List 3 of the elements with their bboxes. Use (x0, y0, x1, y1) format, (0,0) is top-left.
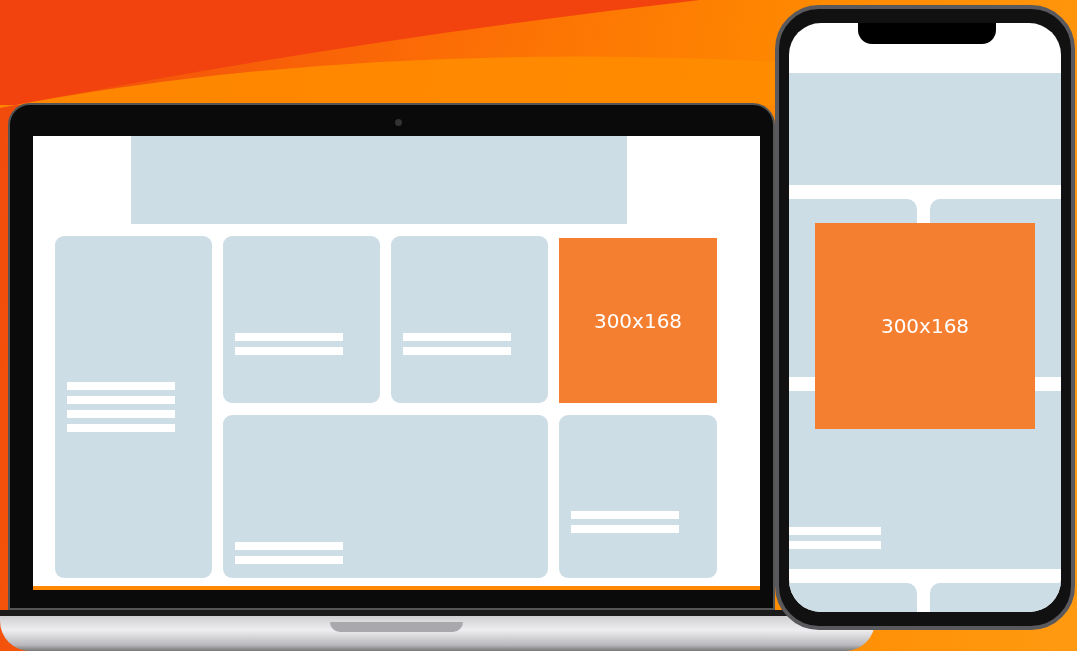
ad-size-label: 300x168 (880, 314, 970, 338)
ad-size-label: 300x168 (593, 308, 683, 333)
camera-icon (395, 119, 402, 126)
